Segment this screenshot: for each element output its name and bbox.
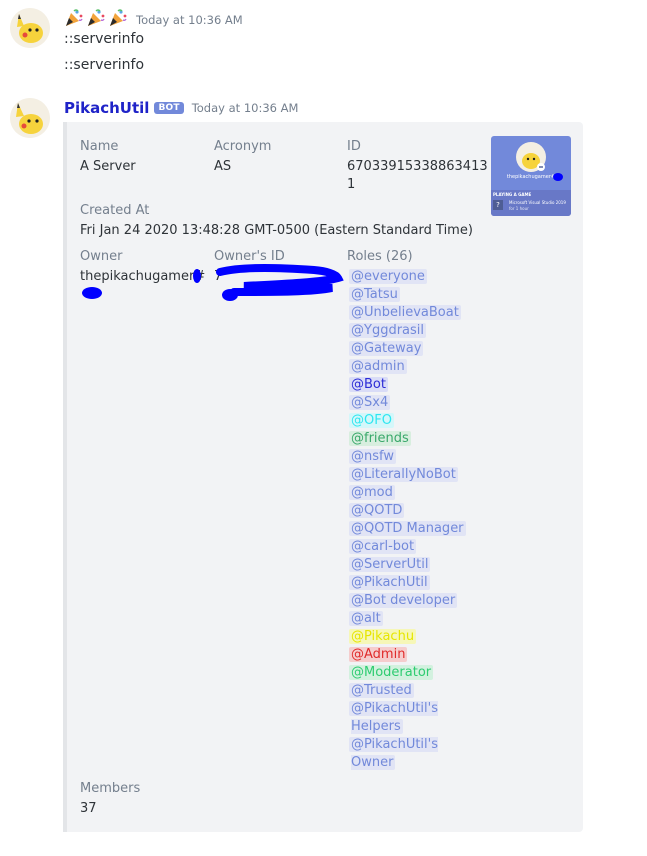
- server-info-embed: Name A Server Acronym AS ID 670339153388…: [63, 122, 583, 832]
- role-mention-label: @mod: [349, 485, 395, 500]
- party-popper-icon: [64, 9, 84, 31]
- role-mention[interactable]: @carl-bot: [349, 538, 471, 556]
- bot-tag: BOT: [154, 102, 184, 114]
- role-mention-label: @Trusted: [349, 683, 414, 698]
- message-text: ::serverinfo: [64, 31, 145, 47]
- field-id-value-line1: 67033915338863413: [347, 159, 488, 174]
- role-mention[interactable]: @Sx4: [349, 394, 471, 412]
- role-mention-label: @UnbelievaBoat: [349, 305, 461, 320]
- field-id-label: ID: [347, 139, 361, 154]
- role-mention-label: @Yggdrasil: [349, 323, 427, 338]
- role-mention[interactable]: @PikachUtil's Helpers: [349, 700, 471, 736]
- thumbnail-app-name: Microsoft Visual Studio 2019: [509, 200, 566, 205]
- field-owner-id-label: Owner's ID: [214, 249, 285, 264]
- redaction-scribble: [216, 264, 344, 301]
- role-mention-label: @carl-bot: [349, 539, 417, 554]
- role-mention-label: @PikachUtil's Helpers: [349, 701, 439, 734]
- role-mention-label: @Admin: [349, 647, 408, 662]
- field-created-value: Fri Jan 24 2020 13:48:28 GMT-0500 (Easte…: [80, 223, 473, 238]
- embed-thumbnail[interactable]: thepikachugamer# PLAYING A GAME ? Micros…: [491, 136, 571, 216]
- role-mention-label: @everyone: [349, 269, 427, 284]
- role-mention-label: @LiterallyNoBot: [349, 467, 458, 482]
- field-owner-label: Owner: [80, 249, 123, 264]
- role-mention[interactable]: @PikachUtil: [349, 574, 471, 592]
- field-members-value: 37: [80, 801, 97, 816]
- redaction-scribble: [82, 287, 102, 299]
- role-mention[interactable]: @Pikachu: [349, 628, 471, 646]
- role-mention[interactable]: @Trusted: [349, 682, 471, 700]
- role-mention[interactable]: @PikachUtil's Owner: [349, 736, 471, 772]
- redaction-scribble: [553, 173, 563, 181]
- field-created-label: Created At: [80, 203, 150, 218]
- role-mention[interactable]: @OFO: [349, 412, 471, 430]
- role-mention[interactable]: @friends: [349, 430, 471, 448]
- role-mention-label: @ServerUtil: [349, 557, 431, 572]
- thumbnail-elapsed: for 1 hour: [509, 206, 529, 211]
- message-timestamp[interactable]: Today at 10:36 AM: [136, 13, 243, 27]
- party-popper-icon: [86, 9, 106, 31]
- field-id-value-line2: 1: [347, 177, 356, 192]
- role-mention-label: @QOTD: [349, 503, 405, 518]
- field-acronym-label: Acronym: [214, 139, 272, 154]
- role-mention-label: @Gateway: [349, 341, 424, 356]
- party-popper-icon: [108, 9, 128, 31]
- field-roles-label: Roles (26): [347, 249, 413, 264]
- role-mention[interactable]: @mod: [349, 484, 471, 502]
- role-mention-label: @Bot developer: [349, 593, 458, 608]
- role-mention[interactable]: @alt: [349, 610, 471, 628]
- field-name-value: A Server: [80, 159, 136, 174]
- question-icon: ?: [493, 200, 503, 210]
- field-name-label: Name: [80, 139, 119, 154]
- role-mention[interactable]: @UnbelievaBoat: [349, 304, 471, 322]
- role-mention[interactable]: @Moderator: [349, 664, 471, 682]
- role-mention[interactable]: @everyone: [349, 268, 471, 286]
- role-mention-label: @admin: [349, 359, 407, 374]
- field-acronym-value: AS: [214, 159, 232, 174]
- role-mention[interactable]: @QOTD Manager: [349, 520, 471, 538]
- field-members-label: Members: [80, 781, 141, 796]
- role-mention-label: @OFO: [349, 413, 394, 428]
- field-owner-value: thepikachugamer#: [80, 269, 206, 284]
- role-mention[interactable]: @Bot developer: [349, 592, 471, 610]
- role-mention-label: @PikachUtil: [349, 575, 430, 590]
- bot-username[interactable]: PikachUtil: [64, 99, 149, 117]
- thumbnail-activity-heading: PLAYING A GAME: [493, 192, 532, 197]
- role-mention-label: @Tatsu: [349, 287, 400, 302]
- role-mention[interactable]: @Tatsu: [349, 286, 471, 304]
- role-mention[interactable]: @Bot: [349, 376, 471, 394]
- user-avatar[interactable]: [10, 8, 50, 48]
- role-mention[interactable]: @Admin: [349, 646, 471, 664]
- role-mention[interactable]: @nsfw: [349, 448, 471, 466]
- role-mention-label: @alt: [349, 611, 383, 626]
- role-mention-label: @nsfw: [349, 449, 396, 464]
- role-mention[interactable]: @Yggdrasil: [349, 322, 471, 340]
- role-mention-label: @Moderator: [349, 665, 434, 680]
- thumbnail-avatar: [516, 142, 546, 172]
- role-mention-label: @Bot: [349, 377, 388, 392]
- role-mention-label: @friends: [349, 431, 411, 446]
- message-text: ::serverinfo: [64, 57, 145, 73]
- role-mention[interactable]: @LiterallyNoBot: [349, 466, 471, 484]
- role-mention-label: @QOTD Manager: [349, 521, 466, 536]
- roles-list: @everyone @Tatsu @UnbelievaBoat @Yggdrasil @…: [349, 268, 471, 772]
- role-mention-label: @Sx4: [349, 395, 391, 410]
- role-mention-label: @PikachUtil's Owner: [349, 737, 439, 770]
- role-mention[interactable]: @ServerUtil: [349, 556, 471, 574]
- role-mention[interactable]: @admin: [349, 358, 471, 376]
- message-timestamp[interactable]: Today at 10:36 AM: [192, 101, 299, 115]
- role-mention[interactable]: @QOTD: [349, 502, 471, 520]
- bot-avatar[interactable]: [10, 98, 50, 138]
- role-mention-label: @Pikachu: [349, 629, 417, 644]
- user-badges: [64, 9, 128, 31]
- redaction-scribble: [193, 269, 201, 283]
- role-mention[interactable]: @Gateway: [349, 340, 471, 358]
